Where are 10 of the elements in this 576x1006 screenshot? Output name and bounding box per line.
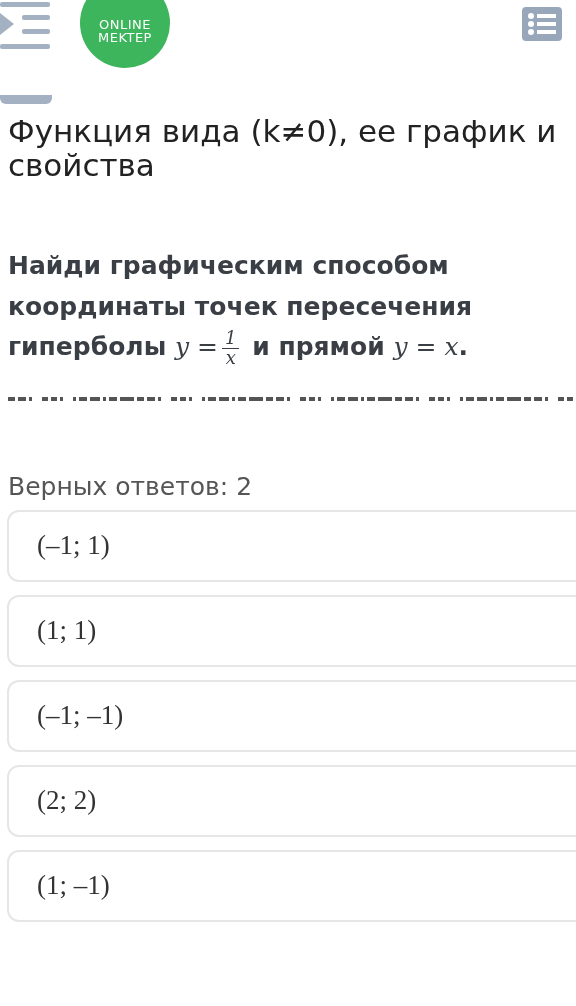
answer-option[interactable]: (–1; 1)	[7, 509, 576, 582]
list-icon[interactable]	[522, 7, 562, 41]
answers-count: Верных ответов: 2	[7, 471, 254, 502]
answer-option[interactable]: (1; –1)	[7, 849, 576, 922]
answer-option[interactable]: (2; 2)	[7, 764, 576, 837]
menu-icon[interactable]	[0, 2, 52, 50]
tab-bar	[0, 95, 52, 104]
answer-option[interactable]: (1; 1)	[7, 594, 576, 667]
answer-option[interactable]: (–1; –1)	[7, 679, 576, 752]
page-title: Функция вида (k≠0), ее график и свойства	[7, 112, 558, 183]
